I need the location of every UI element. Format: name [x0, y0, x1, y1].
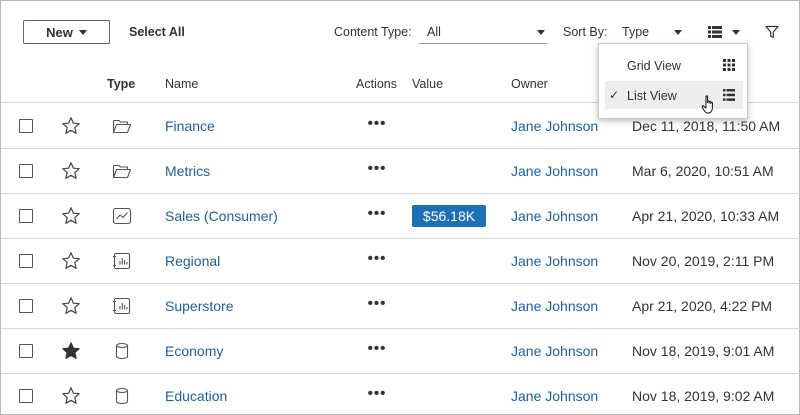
row-owner-link[interactable]: Jane Johnson: [511, 118, 598, 134]
new-button-label: New: [46, 24, 73, 40]
row-checkbox[interactable]: [19, 344, 33, 358]
row-modified-date: Mar 6, 2020, 10:51 AM: [632, 163, 774, 179]
datasource-icon: [112, 342, 132, 360]
star-outline-icon[interactable]: [61, 206, 81, 226]
row-name-link[interactable]: Sales (Consumer): [165, 208, 278, 224]
metric-icon: [112, 207, 132, 225]
more-actions-button[interactable]: •••: [367, 116, 387, 135]
row-owner-link[interactable]: Jane Johnson: [511, 163, 598, 179]
star-outline-icon[interactable]: [61, 296, 81, 316]
menu-item-list-view[interactable]: ✓ List View: [605, 81, 743, 109]
row-checkbox[interactable]: [19, 254, 33, 268]
menu-item-label: Grid View: [627, 59, 681, 73]
row-owner-link[interactable]: Jane Johnson: [511, 208, 598, 224]
more-actions-button[interactable]: •••: [367, 251, 387, 270]
row-name-link[interactable]: Metrics: [165, 163, 210, 179]
row-modified-date: Nov 18, 2019, 9:01 AM: [632, 343, 775, 359]
table-row[interactable]: Metrics ••• Jane Johnson Mar 6, 2020, 10:51…: [1, 149, 800, 194]
datasource-icon: [112, 387, 132, 405]
check-icon: ✓: [609, 88, 620, 102]
more-actions-button[interactable]: •••: [367, 296, 387, 315]
caret-down-icon: [674, 30, 682, 35]
content-type-label: Content Type:: [334, 25, 412, 39]
more-actions-button[interactable]: •••: [367, 386, 387, 405]
view-menu: Grid View ✓ List View: [598, 43, 748, 119]
grid-icon: [723, 59, 735, 71]
row-modified-date: Nov 20, 2019, 2:11 PM: [632, 253, 775, 269]
value-badge: $56.18K: [412, 205, 486, 227]
row-name-link[interactable]: Education: [165, 388, 227, 404]
menu-item-label: List View: [627, 89, 677, 103]
sort-by-select[interactable]: Type: [616, 20, 684, 44]
caret-down-icon: [732, 29, 740, 35]
row-modified-date: Apr 21, 2020, 10:33 AM: [632, 208, 780, 224]
content-type-value: All: [427, 25, 441, 39]
row-checkbox[interactable]: [19, 209, 33, 223]
filter-icon[interactable]: [765, 25, 779, 39]
row-owner-link[interactable]: Jane Johnson: [511, 253, 598, 269]
caret-down-icon: [78, 29, 87, 35]
row-checkbox[interactable]: [19, 119, 33, 133]
table-row[interactable]: Education ••• Jane Johnson Nov 18, 2019, 9:…: [1, 374, 800, 415]
row-checkbox[interactable]: [19, 389, 33, 403]
star-outline-icon[interactable]: [61, 116, 81, 136]
row-modified-date: Apr 21, 2020, 4:22 PM: [632, 298, 773, 314]
select-all-button[interactable]: Select All: [129, 25, 185, 39]
row-owner-link[interactable]: Jane Johnson: [511, 343, 598, 359]
column-header-name[interactable]: Name: [165, 77, 198, 91]
more-actions-button[interactable]: •••: [367, 341, 387, 360]
row-modified-date: Nov 18, 2019, 9:02 AM: [632, 388, 775, 404]
row-owner-link[interactable]: Jane Johnson: [511, 298, 598, 314]
row-name-link[interactable]: Regional: [165, 253, 220, 269]
row-owner-link[interactable]: Jane Johnson: [511, 388, 598, 404]
hand-cursor-icon: [701, 95, 713, 114]
star-outline-icon[interactable]: [61, 386, 81, 406]
folder-icon: [112, 117, 132, 135]
more-actions-button[interactable]: •••: [367, 161, 387, 180]
more-actions-button[interactable]: •••: [367, 206, 387, 225]
column-header-owner[interactable]: Owner: [511, 77, 548, 91]
workbook-icon: [112, 252, 132, 270]
table-row[interactable]: Economy ••• Jane Johnson Nov 18, 2019, 9:01…: [1, 329, 800, 374]
caret-down-icon: [537, 30, 545, 35]
view-toggle-button[interactable]: [708, 23, 750, 41]
sort-by-label: Sort By:: [563, 25, 608, 39]
row-name-link[interactable]: Finance: [165, 118, 215, 134]
new-button[interactable]: New: [23, 20, 110, 44]
star-filled-icon[interactable]: [61, 341, 81, 361]
row-modified-date: Dec 11, 2018, 11:50 AM: [632, 118, 781, 134]
table-row[interactable]: Sales (Consumer) ••• $56.18K Jane Johnson Ap…: [1, 194, 800, 239]
column-header-actions: Actions: [356, 77, 397, 91]
sort-by-value: Type: [622, 25, 650, 39]
table-row[interactable]: Superstore ••• Jane Johnson Apr 21, 2020, 4…: [1, 284, 800, 329]
column-header-type[interactable]: Type: [107, 77, 135, 91]
list-icon: [723, 89, 735, 101]
row-checkbox[interactable]: [19, 164, 33, 178]
content-browser: New Select All Content Type: All Sort By…: [0, 0, 800, 415]
star-outline-icon[interactable]: [61, 161, 81, 181]
menu-item-grid-view[interactable]: Grid View: [605, 51, 743, 79]
row-checkbox[interactable]: [19, 299, 33, 313]
column-header-value[interactable]: Value: [412, 77, 443, 91]
row-name-link[interactable]: Economy: [165, 343, 223, 359]
row-name-link[interactable]: Superstore: [165, 298, 233, 314]
workbook-icon: [112, 297, 132, 315]
table-row[interactable]: Regional ••• Jane Johnson Nov 20, 2019, 2:1…: [1, 239, 800, 284]
folder-icon: [112, 162, 132, 180]
star-outline-icon[interactable]: [61, 251, 81, 271]
list-icon: [708, 26, 722, 38]
content-type-select[interactable]: All: [419, 20, 547, 44]
